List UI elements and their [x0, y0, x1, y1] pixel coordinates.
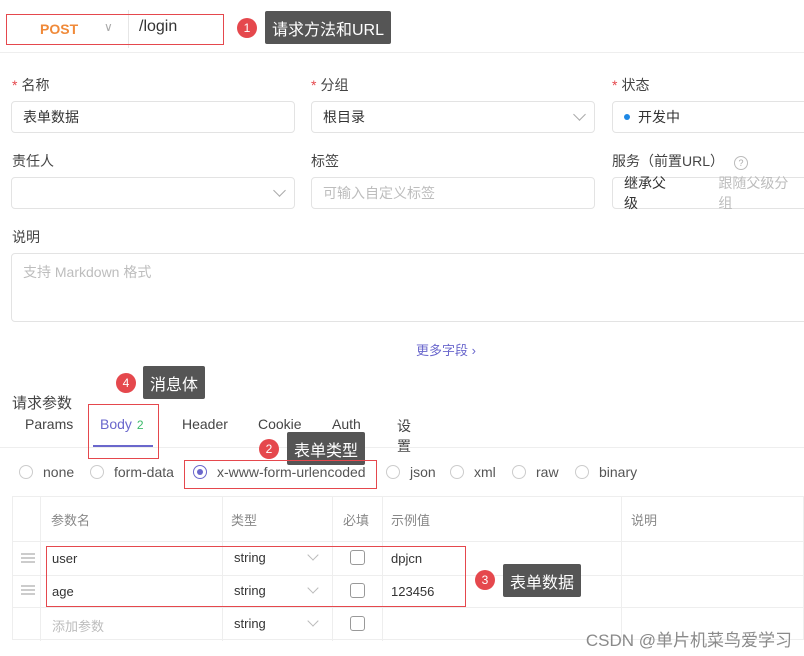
column-header-type: 类型: [231, 512, 258, 528]
group-label: * 分组: [311, 77, 349, 93]
status-dot: [624, 114, 630, 120]
tab-settings[interactable]: 设置: [397, 416, 411, 456]
add-param-input[interactable]: 添加参数: [52, 616, 104, 635]
radio-icon: [575, 465, 589, 479]
radio-icon: [19, 465, 33, 479]
chevron-down-icon: [307, 615, 319, 627]
radio-icon: [386, 465, 400, 479]
callout-number: 1: [237, 18, 257, 38]
service-select[interactable]: 继承父级 跟随父级分组: [612, 175, 804, 211]
column-header-name: 参数名: [51, 512, 91, 528]
tags-input[interactable]: 可输入自定义标签: [311, 177, 595, 209]
tab-cookie[interactable]: Cookie: [258, 416, 302, 432]
annotation-box-method-url: [6, 14, 224, 45]
status-select[interactable]: 开发中: [612, 101, 804, 133]
radio-icon: [512, 465, 526, 479]
more-fields-link[interactable]: 更多字段 ›: [416, 340, 476, 359]
callout-number: 2: [259, 439, 279, 459]
tab-header[interactable]: Header: [182, 416, 228, 432]
column-header-example: 示例值: [391, 512, 431, 528]
column-header-description: 说明: [631, 512, 658, 528]
desc-label: 说明: [12, 229, 40, 245]
radio-none[interactable]: none: [19, 464, 74, 480]
param-type-cell[interactable]: string: [234, 616, 266, 631]
radio-xml[interactable]: xml: [450, 464, 496, 480]
drag-handle-icon[interactable]: [21, 585, 35, 595]
drag-handle-icon[interactable]: [21, 553, 35, 563]
service-label: 服务（前置URL）?: [612, 151, 749, 171]
callout-label: 消息体: [143, 366, 206, 399]
params-title: 请求参数: [12, 395, 73, 412]
radio-raw[interactable]: raw: [512, 464, 559, 480]
callout-number: 3: [475, 570, 495, 590]
help-icon[interactable]: ?: [734, 156, 749, 170]
radio-form-data[interactable]: form-data: [90, 464, 174, 480]
owner-label: 责任人: [12, 153, 54, 169]
annotation-box-body-tab: [88, 404, 159, 459]
group-select[interactable]: 根目录: [311, 101, 595, 133]
tab-params[interactable]: Params: [25, 416, 73, 432]
watermark: CSDN @单片机菜鸟爱学习: [585, 631, 792, 650]
callout-number: 4: [116, 373, 136, 393]
annotation-box-body-type: [184, 460, 377, 489]
tags-label: 标签: [311, 153, 339, 169]
radio-icon: [450, 465, 464, 479]
callout-label: 请求方法和URL: [265, 11, 392, 44]
radio-json[interactable]: json: [386, 464, 436, 480]
desc-textarea[interactable]: 支持 Markdown 格式: [11, 253, 804, 322]
owner-select[interactable]: [11, 177, 295, 209]
status-label: * 状态: [612, 77, 650, 93]
radio-icon: [90, 465, 104, 479]
tab-auth[interactable]: Auth: [332, 416, 361, 432]
chevron-down-icon: [573, 108, 586, 121]
column-header-required: 必填: [343, 512, 370, 528]
radio-binary[interactable]: binary: [575, 464, 637, 480]
required-checkbox[interactable]: [350, 616, 365, 631]
chevron-down-icon: [273, 184, 286, 197]
name-input[interactable]: 表单数据: [11, 101, 295, 133]
name-label: * 名称: [12, 77, 50, 93]
callout-label: 表单数据: [503, 564, 582, 597]
annotation-box-form-data: [46, 546, 466, 607]
